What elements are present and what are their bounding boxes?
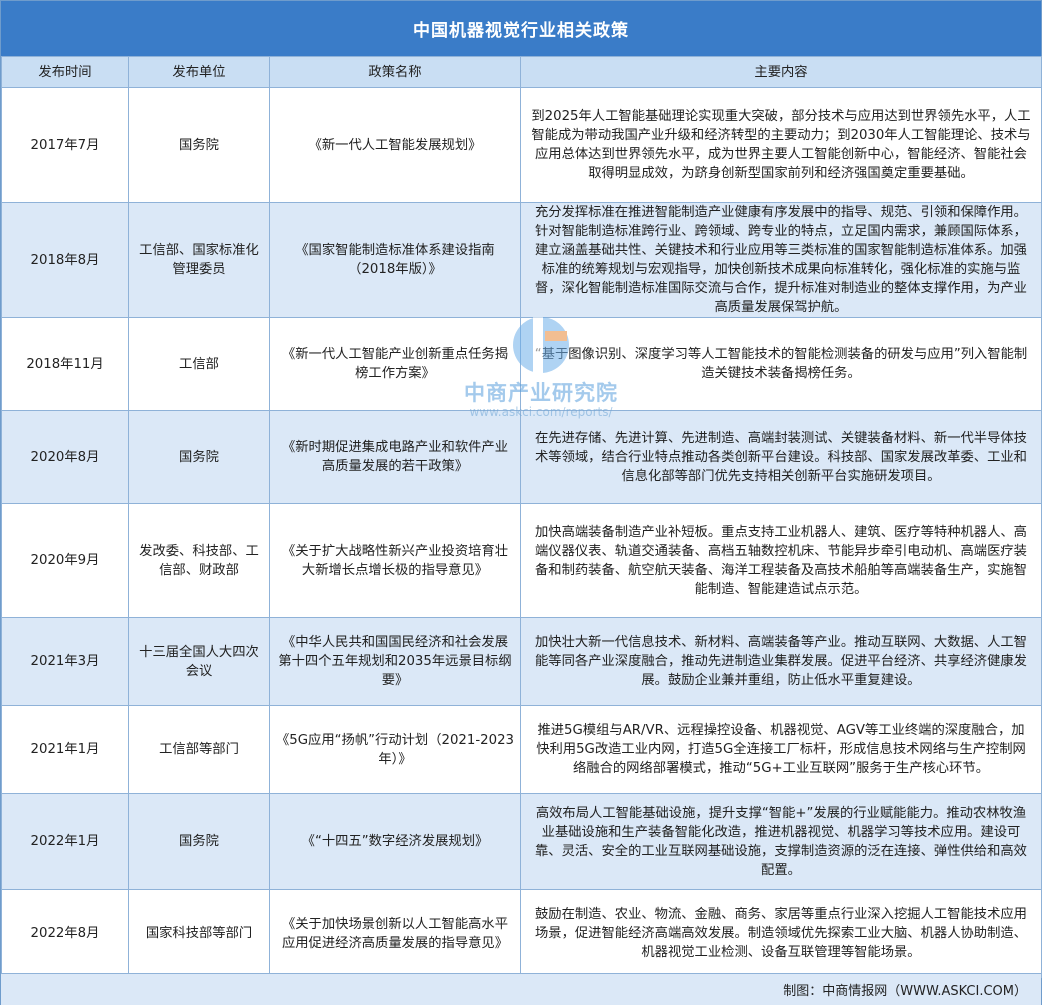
cell-date: 2018年8月 [1, 202, 129, 318]
cell-policy: 《中华人民共和国国民经济和社会发展第十四个五年规划和2035年远景目标纲要》 [269, 617, 521, 706]
table-title-text: 中国机器视觉行业相关政策 [413, 21, 629, 41]
cell-policy: 《“十四五”数字经济发展规划》 [269, 793, 521, 890]
table-title: 中国机器视觉行业相关政策 [1, 1, 1041, 56]
header-date: 发布时间 [1, 56, 129, 88]
cell-date: 2020年9月 [1, 503, 129, 618]
cell-org: 国务院 [128, 410, 270, 504]
cell-date: 2021年3月 [1, 617, 129, 706]
table-header-row: 发布时间 发布单位 政策名称 主要内容 [1, 56, 1042, 88]
cell-org: 工信部等部门 [128, 705, 270, 794]
table-row: 2021年1月 工信部等部门 《5G应用“扬帆”行动计划（2021-2023年）… [1, 705, 1042, 794]
policy-table-frame: 中国机器视觉行业相关政策 发布时间 发布单位 政策名称 主要内容 2017年7月… [0, 0, 1042, 1005]
cell-content: 鼓励在制造、农业、物流、金融、商务、家居等重点行业深入挖掘人工智能技术应用场景，… [520, 889, 1042, 978]
cell-date: 2021年1月 [1, 705, 129, 794]
cell-policy: 《5G应用“扬帆”行动计划（2021-2023年）》 [269, 705, 521, 794]
cell-org: 发改委、科技部、工信部、财政部 [128, 503, 270, 618]
cell-org: 工信部 [128, 317, 270, 411]
cell-content: 充分发挥标准在推进智能制造产业健康有序发展中的指导、规范、引领和保障作用。针对智… [520, 202, 1042, 318]
cell-date: 2022年1月 [1, 793, 129, 890]
table-row: 2022年1月 国务院 《“十四五”数字经济发展规划》 高效布局人工智能基础设施… [1, 793, 1042, 890]
cell-org: 工信部、国家标准化管理委员 [128, 202, 270, 318]
cell-policy: 《新一代人工智能产业创新重点任务揭榜工作方案》 [269, 317, 521, 411]
cell-content: “基于图像识别、深度学习等人工智能技术的智能检测装备的研发与应用”列入智能制造关… [520, 317, 1042, 411]
cell-policy: 《国家智能制造标准体系建设指南（2018年版）》 [269, 202, 521, 318]
cell-policy: 《关于加快场景创新以人工智能高水平应用促进经济高质量发展的指导意见》 [269, 889, 521, 978]
table-row: 2022年8月 国家科技部等部门 《关于加快场景创新以人工智能高水平应用促进经济… [1, 889, 1042, 978]
table-row: 2020年8月 国务院 《新时期促进集成电路产业和软件产业高质量发展的若干政策》… [1, 410, 1042, 504]
policy-table: 发布时间 发布单位 政策名称 主要内容 2017年7月 国务院 《新一代人工智能… [1, 56, 1042, 978]
header-policy: 政策名称 [269, 56, 521, 88]
cell-date: 2018年11月 [1, 317, 129, 411]
table-row: 2021年3月 十三届全国人大四次会议 《中华人民共和国国民经济和社会发展第十四… [1, 617, 1042, 706]
table-row: 2018年8月 工信部、国家标准化管理委员 《国家智能制造标准体系建设指南（20… [1, 202, 1042, 318]
cell-content: 到2025年人工智能基础理论实现重大突破，部分技术与应用达到世界领先水平，人工智… [520, 87, 1042, 203]
cell-content: 推进5G模组与AR/VR、远程操控设备、机器视觉、AGV等工业终端的深度融合，加… [520, 705, 1042, 794]
cell-date: 2017年7月 [1, 87, 129, 203]
cell-content: 加快壮大新一代信息技术、新材料、高端装备等产业。推动互联网、大数据、人工智能等同… [520, 617, 1042, 706]
cell-content: 在先进存储、先进计算、先进制造、高端封装测试、关键装备材料、新一代半导体技术等领… [520, 410, 1042, 504]
table-row: 2017年7月 国务院 《新一代人工智能发展规划》 到2025年人工智能基础理论… [1, 87, 1042, 203]
header-org: 发布单位 [128, 56, 270, 88]
cell-date: 2020年8月 [1, 410, 129, 504]
cell-content: 高效布局人工智能基础设施，提升支撑“智能+”发展的行业赋能能力。推动农林牧渔业基… [520, 793, 1042, 890]
header-content: 主要内容 [520, 56, 1042, 88]
table-row: 2020年9月 发改委、科技部、工信部、财政部 《关于扩大战略性新兴产业投资培育… [1, 503, 1042, 618]
table-row: 2018年11月 工信部 《新一代人工智能产业创新重点任务揭榜工作方案》 “基于… [1, 317, 1042, 411]
cell-org: 国家科技部等部门 [128, 889, 270, 978]
cell-org: 国务院 [128, 87, 270, 203]
cell-policy: 《关于扩大战略性新兴产业投资培育壮大新增长点增长极的指导意见》 [269, 503, 521, 618]
cell-date: 2022年8月 [1, 889, 129, 978]
source-credit: 制图：中商情报网（WWW.ASKCI.COM） [783, 984, 1027, 999]
cell-org: 国务院 [128, 793, 270, 890]
cell-policy: 《新一代人工智能发展规划》 [269, 87, 521, 203]
cell-policy: 《新时期促进集成电路产业和软件产业高质量发展的若干政策》 [269, 410, 521, 504]
cell-org: 十三届全国人大四次会议 [128, 617, 270, 706]
source-footer: 制图：中商情报网（WWW.ASKCI.COM） [1, 973, 1041, 1005]
cell-content: 加快高端装备制造产业补短板。重点支持工业机器人、建筑、医疗等特种机器人、高端仪器… [520, 503, 1042, 618]
